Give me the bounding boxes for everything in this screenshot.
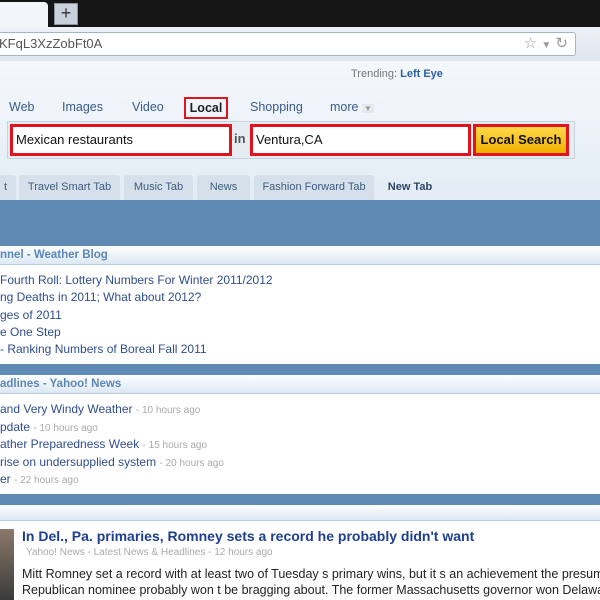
tab-travel-smart[interactable]: Travel Smart Tab — [19, 175, 120, 200]
list-item[interactable]: ng Deaths in 2011; What about 2012? — [0, 290, 201, 304]
list-item[interactable]: ges of 2011 — [0, 308, 62, 322]
chevron-down-icon: ▼ — [361, 104, 374, 113]
item-text[interactable]: rise on undersupplied system — [0, 455, 156, 469]
address-bar[interactable]: KFqL3XzZobFt0A — [0, 32, 576, 56]
list-item[interactable]: - Ranking Numbers of Boreal Fall 2011 — [0, 342, 207, 356]
trending-link[interactable]: Left Eye — [400, 68, 443, 80]
list-item[interactable]: e One Step — [0, 325, 61, 339]
nav-video[interactable]: Video — [132, 100, 164, 114]
item-text[interactable]: ather Preparedness Week — [0, 437, 139, 451]
nav-more-label: more — [330, 100, 359, 114]
reload-icon[interactable]: ↻ — [555, 35, 568, 52]
item-text[interactable]: er — [0, 472, 11, 486]
tab-music[interactable]: Music Tab — [124, 175, 193, 200]
location-input[interactable]: Ventura,CA — [250, 124, 471, 156]
nav-web[interactable]: Web — [9, 100, 34, 114]
article-source: Yahoo! News - Latest News & Headlines - … — [26, 547, 273, 558]
browser-tab-strip — [0, 0, 600, 27]
list-item[interactable]: and Very Windy Weather - 10 hours ago — [0, 402, 200, 416]
tab-fashion-forward[interactable]: Fashion Forward Tab — [254, 175, 374, 200]
item-text[interactable]: pdate — [0, 420, 30, 434]
article-body-line: Republican nominee probably won t be bra… — [22, 583, 600, 597]
browser-tab-active[interactable] — [0, 2, 48, 27]
trending-label: Trending: — [351, 68, 398, 80]
panel-yahoo-news-header[interactable]: adlines - Yahoo! News — [0, 375, 600, 394]
list-item[interactable]: Fourth Roll: Lottery Numbers For Winter … — [0, 273, 273, 287]
tab-news[interactable]: News — [197, 175, 250, 200]
item-time: - 15 hours ago — [142, 440, 208, 451]
item-time: - 10 hours ago — [33, 423, 98, 434]
item-text[interactable]: and Very Windy Weather — [0, 402, 133, 416]
local-search-button[interactable]: Local Search — [473, 124, 569, 156]
dropdown-icon[interactable]: ▼ — [541, 40, 551, 51]
tab-new[interactable]: New Tab — [377, 175, 443, 200]
item-time: - 10 hours ago — [135, 405, 201, 416]
star-icon[interactable]: ☆ — [524, 35, 537, 52]
search-query-input[interactable]: Mexican restaurants — [10, 124, 232, 156]
article-title[interactable]: In Del., Pa. primaries, Romney sets a re… — [22, 528, 474, 544]
trending: Trending: Left Eye — [351, 68, 443, 80]
tab-partial[interactable]: t — [0, 175, 16, 200]
nav-images[interactable]: Images — [62, 100, 103, 114]
list-item[interactable]: rise on undersupplied system - 20 hours … — [0, 455, 224, 469]
address-bar-icons: ☆ ▼ ↻ — [524, 34, 568, 52]
article-body-line: Mitt Romney set a record with at least t… — [22, 567, 600, 581]
nav-local[interactable]: Local — [184, 97, 228, 119]
divider-band — [0, 494, 600, 505]
list-item[interactable]: ather Preparedness Week - 15 hours ago — [0, 437, 207, 451]
nav-more[interactable]: more ▼ — [330, 100, 374, 114]
article-thumbnail[interactable] — [0, 529, 14, 600]
item-time: - 22 hours ago — [14, 475, 79, 486]
panel-header — [0, 505, 600, 521]
nav-shopping[interactable]: Shopping — [250, 100, 303, 114]
item-time: - 20 hours ago — [159, 458, 224, 469]
new-tab-button[interactable]: + — [54, 3, 78, 25]
divider-band — [0, 364, 600, 375]
panel-weather-blog-header[interactable]: nnel - Weather Blog — [0, 246, 600, 265]
list-item[interactable]: pdate - 10 hours ago — [0, 420, 98, 434]
content-band — [0, 200, 600, 247]
in-label: in — [234, 131, 246, 146]
list-item[interactable]: er - 22 hours ago — [0, 472, 79, 486]
